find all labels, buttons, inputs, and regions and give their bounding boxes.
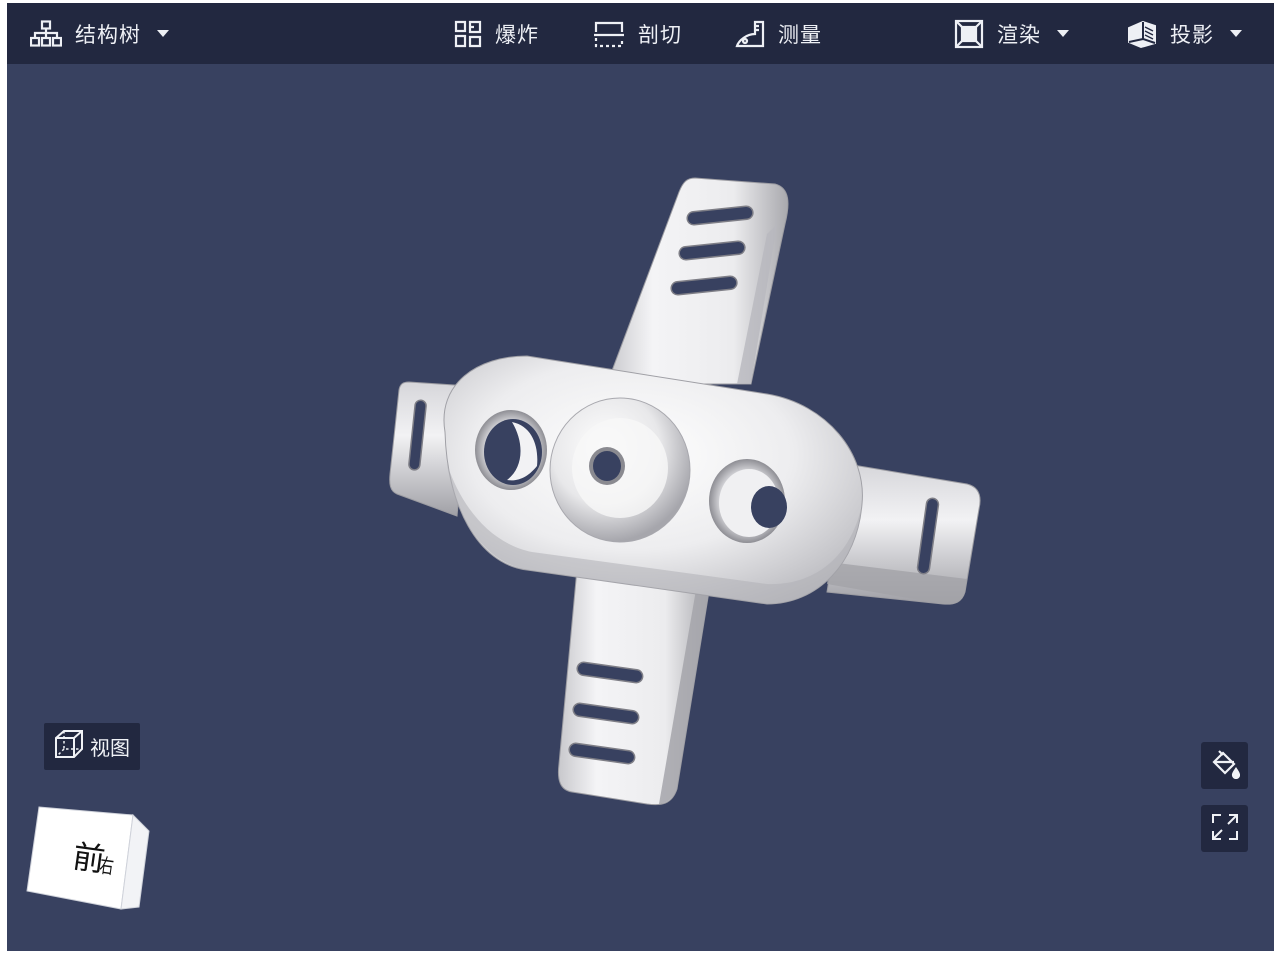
paint-bucket-icon [1210,749,1240,783]
measure-icon [735,20,765,48]
3d-model-part[interactable] [7,64,1274,951]
paint-bucket-button[interactable] [1201,742,1248,789]
navigation-cube[interactable]: 前 右 [25,801,155,916]
chevron-down-icon [1057,29,1069,38]
render-label: 渲染 [997,22,1041,47]
structure-tree-dropdown[interactable]: 结构树 [30,3,169,64]
measure-label: 测量 [778,22,822,47]
projection-dropdown[interactable]: 投影 [1127,3,1242,64]
chevron-down-icon [157,29,169,38]
explode-icon [454,20,482,48]
view-label: 视图 [90,736,130,760]
structure-tree-label: 结构树 [75,22,141,47]
chevron-down-icon [1230,29,1242,38]
explode-button[interactable]: 爆炸 [454,3,539,64]
wireframe-cube-icon [54,729,84,764]
viewer-app: 结构树 爆炸 剖切 测量 渲染 投影 视图 前 右 [7,3,1274,951]
projection-box-icon [1127,19,1157,49]
explode-label: 爆炸 [495,22,539,47]
section-cut-icon [593,20,625,48]
projection-label: 投影 [1170,22,1214,47]
section-label: 剖切 [638,22,682,47]
fullscreen-icon [1210,812,1240,846]
render-cube-icon [954,19,984,49]
measure-button[interactable]: 测量 [735,3,822,64]
fullscreen-button[interactable] [1201,805,1248,852]
tree-hierarchy-icon [30,19,62,48]
top-toolbar: 结构树 爆炸 剖切 测量 渲染 投影 [7,3,1274,64]
view-button[interactable]: 视图 [44,723,140,770]
3d-viewport[interactable]: 视图 前 右 [7,64,1274,951]
render-dropdown[interactable]: 渲染 [954,3,1069,64]
section-button[interactable]: 剖切 [593,3,682,64]
